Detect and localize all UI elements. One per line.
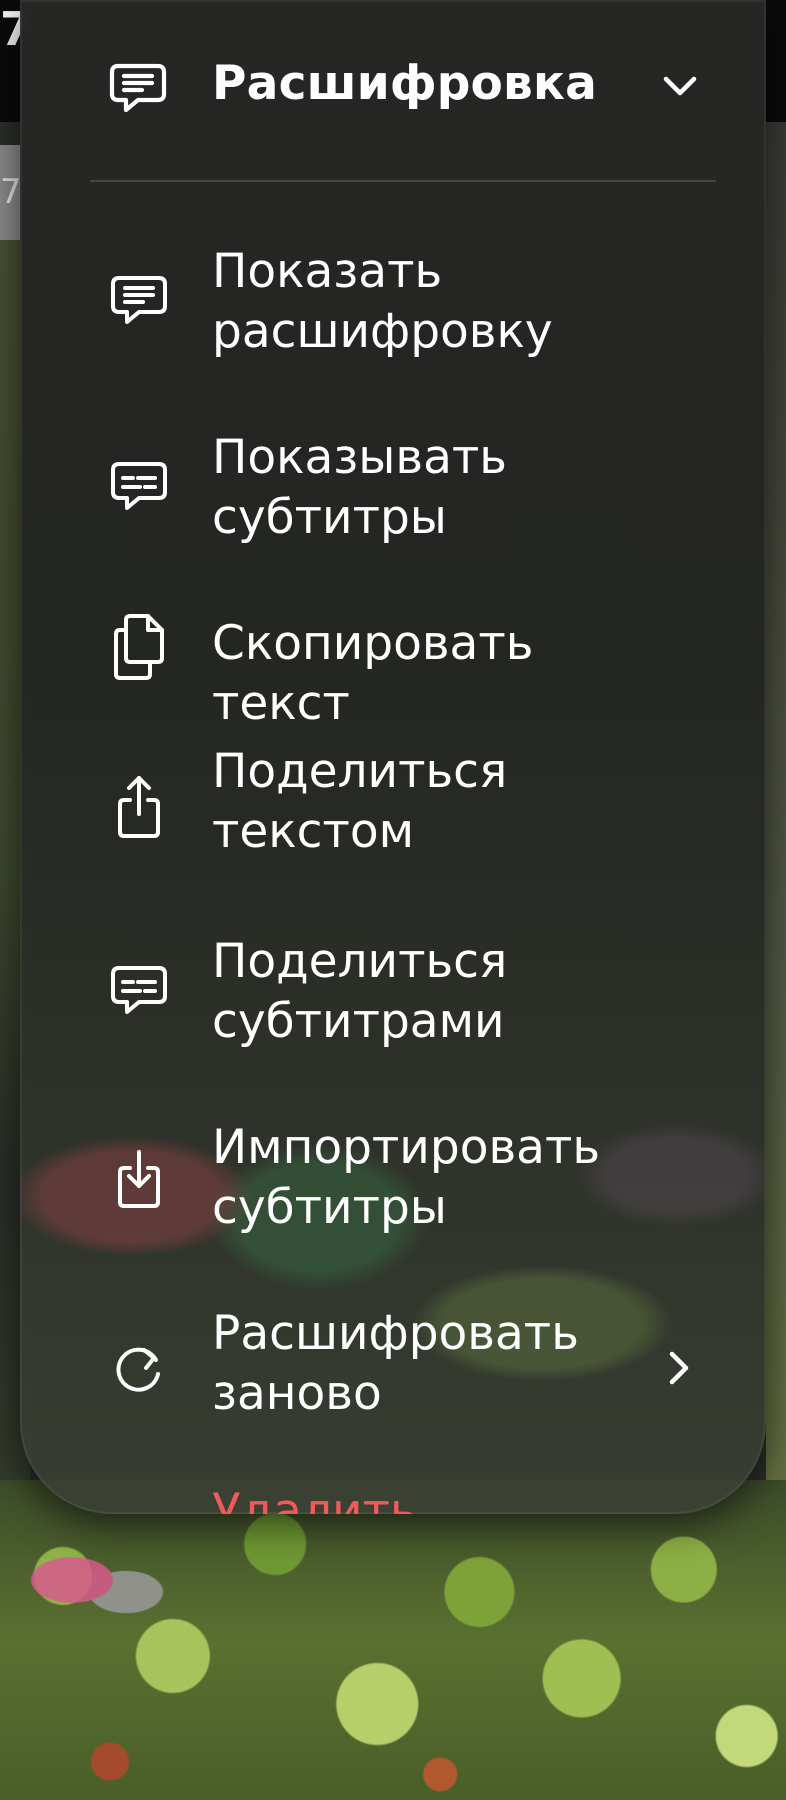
menu-item-share-subtitles[interactable]: Поделиться субтитрами [20, 928, 766, 1088]
refresh-icon [108, 1338, 170, 1400]
share-icon [108, 772, 170, 838]
chevron-right-icon [666, 1348, 692, 1388]
menu-item-import-subtitles[interactable]: Импортировать субтитры [20, 1114, 766, 1274]
menu-item-delete[interactable]: Удалить [212, 1484, 418, 1514]
transcript-menu: Расшифровка Показать расшифровку Показыв… [20, 0, 766, 1514]
menu-item-copy-text[interactable]: Скопировать текст [20, 594, 766, 754]
menu-item-label: Скопировать текст [212, 616, 534, 731]
menu-item-label: Показать расшифровку [212, 244, 553, 359]
copy-documents-icon [108, 612, 170, 680]
menu-item-show-transcript[interactable]: Показать расшифровку [20, 222, 766, 382]
menu-item-show-subtitles[interactable]: Показывать субтитры [20, 408, 766, 568]
import-download-icon [108, 1146, 170, 1208]
menu-divider [90, 180, 716, 182]
menu-header[interactable]: Расшифровка [20, 38, 766, 138]
menu-title: Расшифровка [212, 56, 597, 111]
menu-item-share-text[interactable]: Поделиться текстом [20, 742, 766, 902]
subtitles-bubble-icon [108, 456, 170, 518]
strip-char: 7 [0, 172, 22, 212]
subtitles-bubble-icon [108, 960, 170, 1022]
menu-item-label: Импортировать субтитры [212, 1120, 601, 1235]
transcript-bubble-icon [108, 60, 168, 116]
menu-item-label: Показывать субтитры [212, 430, 507, 545]
menu-item-label: Расшифровать заново [212, 1306, 579, 1421]
menu-item-label: Поделиться субтитрами [212, 934, 508, 1049]
graffiti-photo [0, 1520, 180, 1640]
transcript-bubble-icon [108, 270, 170, 332]
chevron-down-icon[interactable] [660, 72, 700, 102]
menu-item-retranscribe[interactable]: Расшифровать заново [20, 1300, 766, 1460]
menu-item-label: Поделиться текстом [212, 744, 508, 859]
